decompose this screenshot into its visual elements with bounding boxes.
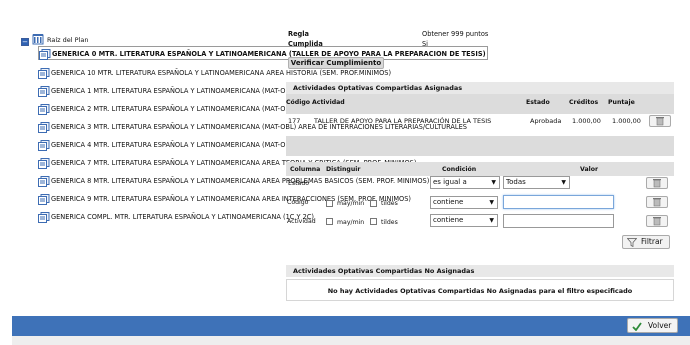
codigo-value-input[interactable] bbox=[503, 195, 614, 209]
selected-value: contiene bbox=[433, 216, 464, 224]
col-estado: Estado bbox=[526, 99, 550, 106]
plan-icon bbox=[32, 34, 44, 45]
row-creditos: 1.000,00 bbox=[572, 117, 601, 125]
codigo-case-label: may/min bbox=[337, 200, 365, 207]
assigned-table-footer bbox=[286, 136, 674, 156]
tree-item-label: GENERICA 0 MTR. LITERATURA ESPAÑOLA Y LA… bbox=[52, 50, 486, 58]
row-estado: Aprobada bbox=[530, 117, 562, 125]
tree-item[interactable]: GENERICA 0 MTR. LITERATURA ESPAÑOLA Y LA… bbox=[38, 46, 488, 60]
filter-button[interactable]: Filtrar bbox=[622, 235, 670, 249]
col-creditos: Créditos bbox=[569, 99, 599, 106]
codigo-accent-checkbox[interactable] bbox=[370, 200, 377, 207]
col-codigo: Código bbox=[286, 99, 311, 106]
filter-actividad-label: Actividad bbox=[287, 218, 316, 225]
tree-item-label: GENERICA COMPL. MTR. LITERATURA ESPAÑOLA… bbox=[51, 213, 314, 221]
cumplida-value: Si bbox=[422, 40, 429, 48]
minus-icon: − bbox=[22, 38, 28, 46]
tree-item[interactable]: GENERICA 10 MTR. LITERATURA ESPAÑOLA Y L… bbox=[38, 66, 488, 80]
delete-filter-button[interactable] bbox=[646, 177, 668, 189]
filter-codigo-label: Código bbox=[287, 199, 309, 206]
delete-filter-button[interactable] bbox=[646, 196, 668, 208]
regla-label: Regla bbox=[288, 30, 309, 38]
actividad-accent-label: tildes bbox=[381, 219, 398, 226]
tree-item-label: GENERICA 8 MTR. LITERATURA ESPAÑOLA Y LA… bbox=[51, 177, 430, 185]
filter-col-condicion: Condición bbox=[442, 166, 477, 173]
selected-value: es igual a bbox=[433, 178, 467, 186]
tree-item[interactable]: GENERICA 8 MTR. LITERATURA ESPAÑOLA Y LA… bbox=[38, 174, 488, 188]
estado-condition-select[interactable]: es igual a ▼ bbox=[430, 176, 500, 189]
document-icon bbox=[38, 104, 50, 115]
document-icon bbox=[38, 176, 50, 187]
delete-filter-button[interactable] bbox=[646, 215, 668, 227]
back-button[interactable]: Volver bbox=[627, 318, 678, 333]
filter-button-label: Filtrar bbox=[641, 237, 663, 246]
col-puntaje: Puntaje bbox=[608, 99, 635, 106]
document-icon bbox=[38, 194, 50, 205]
tree-item[interactable]: GENERICA 9 MTR. LITERATURA ESPAÑOLA Y LA… bbox=[38, 192, 488, 206]
cumplida-label: Cumplida bbox=[288, 40, 323, 48]
tree-collapse-toggle[interactable]: − bbox=[21, 38, 29, 46]
chevron-down-icon: ▼ bbox=[489, 217, 494, 224]
trash-icon bbox=[653, 198, 661, 207]
tree-item[interactable]: GENERICA COMPL. MTR. LITERATURA ESPAÑOLA… bbox=[38, 210, 488, 224]
trash-icon bbox=[653, 179, 661, 188]
codigo-condition-select[interactable]: contiene ▼ bbox=[430, 196, 498, 209]
row-codigo: 177 bbox=[288, 117, 301, 125]
codigo-case-checkbox[interactable] bbox=[326, 200, 333, 207]
filter-estado-label: Estado bbox=[288, 180, 310, 187]
row-actividad: TALLER DE APOYO PARA LA PREPARACIÓN DE L… bbox=[314, 117, 492, 125]
back-button-label: Volver bbox=[648, 321, 672, 330]
tree-item-label: GENERICA 10 MTR. LITERATURA ESPAÑOLA Y L… bbox=[51, 69, 392, 77]
chevron-down-icon: ▼ bbox=[491, 179, 496, 186]
estado-value-select[interactable]: Todas ▼ bbox=[503, 176, 570, 189]
document-icon bbox=[38, 122, 50, 133]
col-actividad: Actividad bbox=[312, 99, 345, 106]
document-icon bbox=[38, 86, 50, 97]
selected-value: Todas bbox=[506, 178, 526, 186]
document-icon bbox=[38, 68, 50, 79]
assigned-section-title: Actividades Optativas Compartidas Asigna… bbox=[286, 82, 674, 94]
trash-icon bbox=[653, 217, 661, 226]
delete-row-button[interactable] bbox=[649, 115, 671, 127]
chevron-down-icon: ▼ bbox=[489, 199, 494, 206]
actividad-case-label: may/min bbox=[337, 219, 365, 226]
actividad-accent-checkbox[interactable] bbox=[370, 218, 377, 225]
trash-icon bbox=[656, 117, 664, 126]
selected-value: contiene bbox=[433, 198, 464, 206]
filter-col-valor: Valor bbox=[580, 166, 599, 173]
verify-button[interactable]: Verificar Cumplimiento bbox=[288, 57, 384, 69]
actividad-case-checkbox[interactable] bbox=[326, 218, 333, 225]
empty-message: No hay Actividades Optativas Compartidas… bbox=[286, 279, 674, 301]
funnel-icon bbox=[627, 238, 637, 247]
row-puntaje: 1.000,00 bbox=[612, 117, 641, 125]
regla-value: Obtener 999 puntos bbox=[422, 30, 489, 38]
actividad-value-input[interactable] bbox=[503, 214, 614, 228]
actividad-condition-select[interactable]: contiene ▼ bbox=[430, 214, 498, 227]
document-icon bbox=[38, 212, 50, 223]
filter-col-columna: Columna bbox=[290, 166, 321, 173]
document-icon bbox=[38, 158, 50, 169]
tree-root-label[interactable]: Raíz del Plan bbox=[47, 36, 88, 44]
check-arrow-icon bbox=[632, 322, 642, 331]
filter-col-distinguir: Distinguir bbox=[326, 166, 361, 173]
unassigned-section-title: Actividades Optativas Compartidas No Asi… bbox=[286, 265, 674, 277]
bottom-strip bbox=[12, 336, 690, 345]
document-icon bbox=[38, 140, 50, 151]
footer-bar bbox=[12, 316, 690, 336]
codigo-accent-label: tildes bbox=[381, 200, 398, 207]
document-icon bbox=[39, 49, 51, 60]
chevron-down-icon: ▼ bbox=[561, 179, 566, 186]
